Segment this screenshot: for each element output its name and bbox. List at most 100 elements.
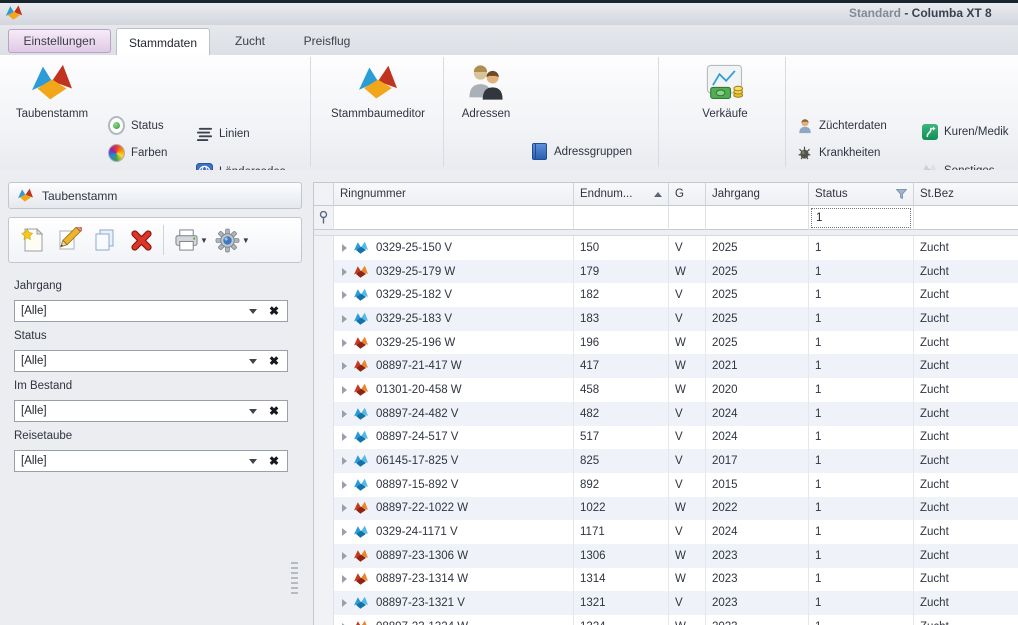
filter-funnel-icon[interactable] bbox=[896, 189, 907, 199]
expand-arrow-icon[interactable] bbox=[342, 339, 347, 347]
chevron-down-icon[interactable]: ▼ bbox=[242, 236, 250, 245]
ribbon-button-stammbaumeditor[interactable]: Stammbaumeditor bbox=[322, 58, 434, 120]
filter-cell-g[interactable] bbox=[669, 206, 706, 230]
clear-filter-icon[interactable]: ✖ bbox=[269, 454, 279, 468]
expand-arrow-icon[interactable] bbox=[342, 599, 347, 607]
ring-number: 01301-20-458 W bbox=[376, 384, 462, 396]
clear-filter-icon[interactable]: ✖ bbox=[269, 304, 279, 318]
column-header-stbez[interactable]: St.Bez bbox=[914, 183, 1018, 206]
cell-ringnummer: 0329-25-150 V bbox=[334, 236, 574, 260]
cell-endnummer: 150 bbox=[574, 236, 669, 260]
table-row[interactable]: 08897-23-1321 V 1321 V 2023 1 Zucht bbox=[314, 591, 1018, 615]
header-indicator-cell bbox=[314, 183, 334, 206]
ribbon-button-zuechterdaten[interactable]: Züchterdaten bbox=[796, 117, 887, 134]
ring-number: 0329-25-182 V bbox=[376, 289, 452, 301]
table-row[interactable]: 08897-23-1314 W 1314 W 2023 1 Zucht bbox=[314, 568, 1018, 592]
column-header-endnummer[interactable]: Endnum... bbox=[574, 183, 669, 206]
table-row[interactable]: 01301-20-458 W 458 W 2020 1 Zucht bbox=[314, 378, 1018, 402]
cell-ringnummer: 0329-24-1171 V bbox=[334, 520, 574, 544]
filter-cell-stbez[interactable] bbox=[914, 206, 1018, 230]
table-row[interactable]: 0329-25-183 V 183 V 2025 1 Zucht bbox=[314, 307, 1018, 331]
ribbon-button-kuren-medik[interactable]: Kuren/Medik bbox=[921, 123, 1009, 140]
new-record-button[interactable] bbox=[15, 222, 51, 258]
filter-cell-status[interactable]: 1 bbox=[809, 206, 914, 230]
tab-einstellungen[interactable]: Einstellungen bbox=[8, 29, 111, 53]
expand-arrow-icon[interactable] bbox=[342, 528, 347, 536]
table-row[interactable]: 08897-21-417 W 417 W 2021 1 Zucht bbox=[314, 354, 1018, 378]
ribbon-button-farben[interactable]: Farben bbox=[108, 144, 167, 161]
print-button[interactable] bbox=[168, 222, 204, 258]
table-row[interactable]: 08897-15-892 V 892 V 2015 1 Zucht bbox=[314, 473, 1018, 497]
copy-record-button[interactable] bbox=[87, 222, 123, 258]
table-row[interactable]: 08897-24-517 V 517 V 2024 1 Zucht bbox=[314, 426, 1018, 450]
filter-combo-reisetaube[interactable]: [Alle] ✖ bbox=[14, 450, 288, 472]
settings-button[interactable] bbox=[210, 222, 246, 258]
tab-preisflug[interactable]: Preisflug bbox=[291, 29, 363, 53]
expand-arrow-icon[interactable] bbox=[342, 244, 347, 252]
edit-record-button[interactable] bbox=[51, 222, 87, 258]
table-row[interactable]: 08897-23-1306 W 1306 W 2023 1 Zucht bbox=[314, 544, 1018, 568]
table-row[interactable]: 08897-22-1022 W 1022 W 2022 1 Zucht bbox=[314, 497, 1018, 521]
table-row[interactable]: 0329-25-150 V 150 V 2025 1 Zucht bbox=[314, 236, 1018, 260]
tab-zucht[interactable]: Zucht bbox=[216, 29, 284, 53]
cell-stbez: Zucht bbox=[914, 426, 1018, 450]
cell-stbez: Zucht bbox=[914, 283, 1018, 307]
filter-combo-im-bestand[interactable]: [Alle] ✖ bbox=[14, 400, 288, 422]
ribbon-button-adressgruppen[interactable]: Adressgruppen bbox=[531, 143, 632, 160]
table-row[interactable]: 08897-23-1324 W 1324 W 2023 1 Zucht bbox=[314, 615, 1018, 625]
ribbon-button-verkaeufe[interactable]: Verkäufe bbox=[682, 58, 768, 120]
column-header-ringnummer[interactable]: Ringnummer bbox=[334, 183, 574, 206]
pigeon-icon bbox=[353, 549, 369, 563]
table-row[interactable]: 06145-17-825 V 825 V 2017 1 Zucht bbox=[314, 449, 1018, 473]
ring-number: 0329-25-150 V bbox=[376, 242, 452, 254]
expand-arrow-icon[interactable] bbox=[342, 362, 347, 370]
ribbon-button-krankheiten[interactable]: Krankheiten bbox=[796, 144, 880, 161]
splitter-grip[interactable] bbox=[291, 562, 298, 594]
ribbon-button-linien[interactable]: Linien bbox=[196, 125, 250, 142]
table-row[interactable]: 08897-24-482 V 482 V 2024 1 Zucht bbox=[314, 402, 1018, 426]
expand-arrow-icon[interactable] bbox=[342, 457, 347, 465]
filter-combo-jahrgang[interactable]: [Alle] ✖ bbox=[14, 300, 288, 322]
pigeon-icon bbox=[353, 312, 369, 326]
expand-arrow-icon[interactable] bbox=[342, 481, 347, 489]
pigeon-icon bbox=[353, 478, 369, 492]
expand-arrow-icon[interactable] bbox=[342, 504, 347, 512]
clear-filter-icon[interactable]: ✖ bbox=[269, 354, 279, 368]
expand-arrow-icon[interactable] bbox=[342, 386, 347, 394]
filter-combo-status[interactable]: [Alle] ✖ bbox=[14, 350, 288, 372]
chevron-down-icon[interactable] bbox=[249, 309, 257, 314]
cell-stbez: Zucht bbox=[914, 615, 1018, 625]
filter-cell-endnummer[interactable] bbox=[574, 206, 669, 230]
table-row[interactable]: 0329-24-1171 V 1171 V 2024 1 Zucht bbox=[314, 520, 1018, 544]
expand-arrow-icon[interactable] bbox=[342, 575, 347, 583]
cell-stbez: Zucht bbox=[914, 591, 1018, 615]
row-indicator-cell bbox=[314, 473, 334, 497]
tab-stammdaten[interactable]: Stammdaten bbox=[116, 28, 210, 56]
expand-arrow-icon[interactable] bbox=[342, 552, 347, 560]
status-filter-input[interactable]: 1 bbox=[811, 208, 911, 228]
table-row[interactable]: 0329-25-196 W 196 W 2025 1 Zucht bbox=[314, 331, 1018, 355]
ribbon-button-adressen[interactable]: Adressen bbox=[448, 58, 524, 120]
ribbon-button-taubenstamm[interactable]: Taubenstamm bbox=[6, 58, 98, 120]
chevron-down-icon[interactable] bbox=[249, 459, 257, 464]
clear-filter-icon[interactable]: ✖ bbox=[269, 404, 279, 418]
chevron-down-icon[interactable]: ▼ bbox=[200, 236, 208, 245]
expand-arrow-icon[interactable] bbox=[342, 433, 347, 441]
expand-arrow-icon[interactable] bbox=[342, 291, 347, 299]
column-header-g[interactable]: G bbox=[669, 183, 706, 206]
cell-jahrgang: 2015 bbox=[706, 473, 809, 497]
expand-arrow-icon[interactable] bbox=[342, 410, 347, 418]
ribbon-button-status[interactable]: Status bbox=[108, 117, 164, 134]
cell-status: 1 bbox=[809, 378, 914, 402]
expand-arrow-icon[interactable] bbox=[342, 315, 347, 323]
chevron-down-icon[interactable] bbox=[249, 409, 257, 414]
filter-cell-jahrgang[interactable] bbox=[706, 206, 809, 230]
delete-record-button[interactable] bbox=[123, 222, 159, 258]
expand-arrow-icon[interactable] bbox=[342, 268, 347, 276]
chevron-down-icon[interactable] bbox=[249, 359, 257, 364]
column-header-status[interactable]: Status bbox=[809, 183, 914, 206]
filter-cell-ringnummer[interactable] bbox=[334, 206, 574, 230]
column-header-jahrgang[interactable]: Jahrgang bbox=[706, 183, 809, 206]
table-row[interactable]: 0329-25-179 W 179 W 2025 1 Zucht bbox=[314, 260, 1018, 284]
table-row[interactable]: 0329-25-182 V 182 V 2025 1 Zucht bbox=[314, 283, 1018, 307]
